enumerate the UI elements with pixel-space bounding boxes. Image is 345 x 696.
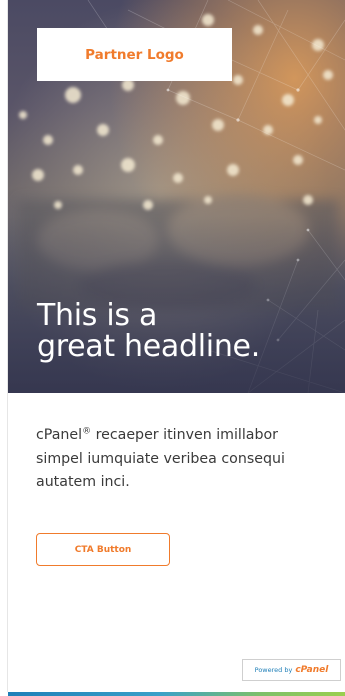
cta-button-label: CTA Button xyxy=(74,544,132,555)
body-brand: cPanel xyxy=(36,427,83,443)
powered-by-cpanel-badge[interactable]: Powered by cPanel xyxy=(242,659,341,681)
hero-banner: Partner Logo This is a great headline. xyxy=(8,0,345,393)
registered-mark: ® xyxy=(82,426,92,437)
cta-button[interactable]: CTA Button xyxy=(36,533,170,566)
partner-logo-text: Partner Logo xyxy=(85,46,184,63)
hero-headline: This is a great headline. xyxy=(37,300,337,362)
body-paragraph: cPanel® recaeper itinven imillabor simpe… xyxy=(36,424,326,495)
powered-by-text: Powered by xyxy=(254,666,293,674)
cpanel-logo: cPanel xyxy=(295,665,329,675)
bottom-accent-bar xyxy=(8,692,345,696)
email-template-page: Partner Logo This is a great headline. c… xyxy=(0,0,345,696)
headline-line-2: great headline. xyxy=(37,329,260,364)
headline-line-1: This is a xyxy=(37,298,158,333)
partner-logo: Partner Logo xyxy=(37,28,232,81)
